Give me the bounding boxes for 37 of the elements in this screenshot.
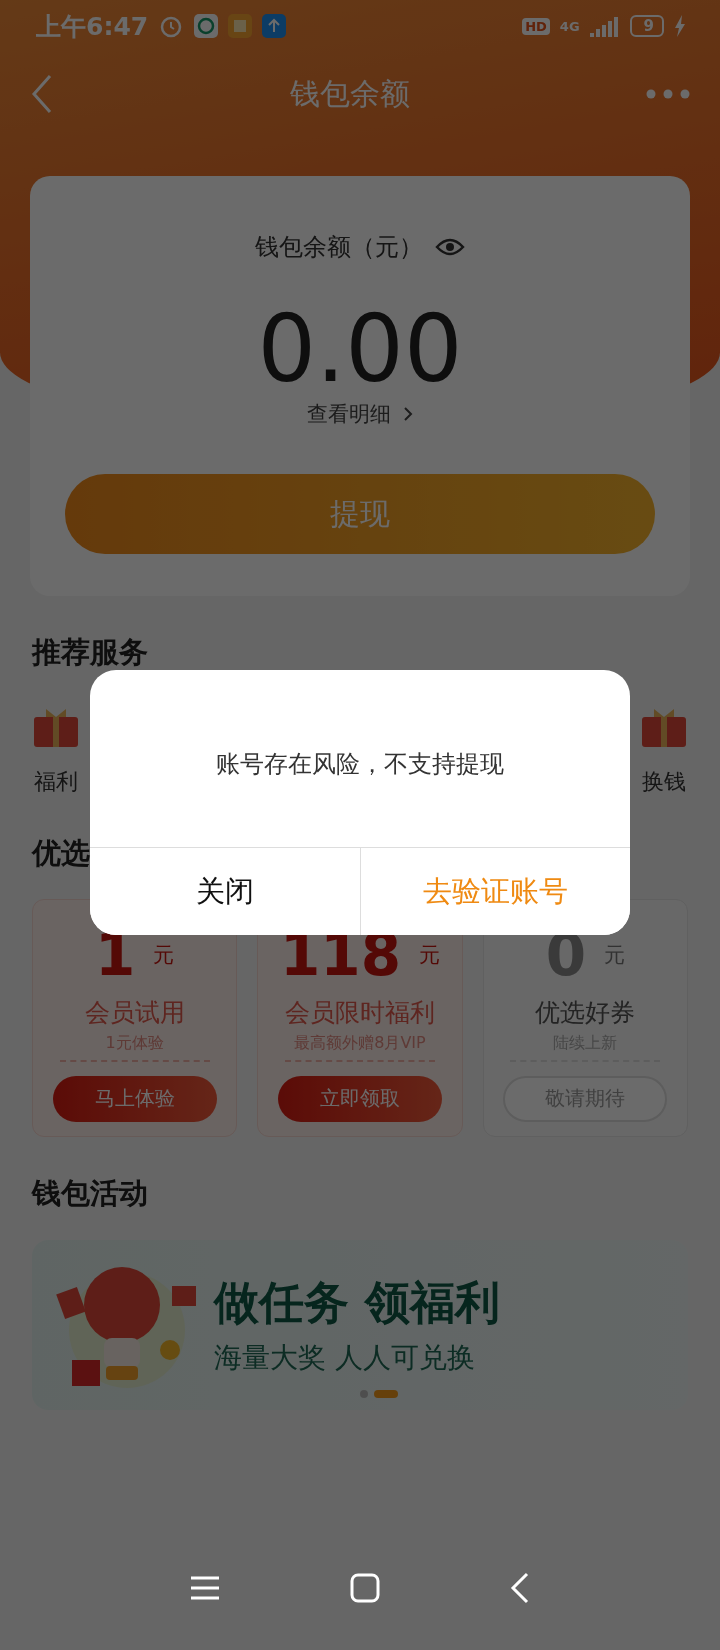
gift-icon: [32, 707, 80, 750]
battery-indicator: 9: [629, 15, 664, 37]
back-icon[interactable]: [510, 1571, 530, 1604]
coupon-title: 会员限时福利: [285, 996, 435, 1029]
dialog-message: 账号存在风险，不支持提现: [215, 748, 505, 780]
eye-icon[interactable]: [435, 237, 465, 257]
coupon-button[interactable]: 立即领取: [278, 1075, 442, 1122]
section-title: 钱包活动: [32, 1176, 148, 1211]
dialog-button[interactable]: 去验证账号: [359, 848, 630, 935]
charging-icon: [674, 15, 686, 37]
section-title: 推荐服务: [32, 636, 148, 670]
more-icon[interactable]: [646, 89, 690, 99]
service-label[interactable]: 福利: [34, 767, 78, 798]
coupon-title: 优选好券: [535, 996, 636, 1029]
app-icon: [194, 14, 219, 38]
chevron-icon: [403, 406, 413, 423]
section-title: 优选: [32, 837, 90, 871]
signal-icon: [589, 15, 620, 37]
balance-label: 钱包余额（元）: [255, 232, 423, 263]
detail-link[interactable]: 查看明细: [307, 400, 391, 429]
carousel-dot[interactable]: [360, 1390, 368, 1399]
upload-icon: [262, 14, 287, 38]
coupon-title: 会员试用: [84, 996, 185, 1029]
network-label: 4G: [559, 18, 580, 34]
home-icon[interactable]: [350, 1572, 380, 1603]
banner-headline: 做任务 领福利: [214, 1275, 500, 1332]
withdraw-button[interactable]: 提现: [65, 474, 655, 555]
status-time: 上午6:47: [36, 10, 149, 43]
page-title: 钱包余额: [290, 74, 410, 113]
menu-icon[interactable]: [190, 1574, 220, 1601]
gift-icon: [640, 707, 688, 750]
service-label[interactable]: 换钱: [642, 767, 686, 798]
coupon-unit: 元: [153, 941, 175, 969]
balance-amount: 0.00: [257, 299, 463, 401]
coupon-unit: 元: [419, 941, 441, 969]
coupon-button[interactable]: 马上体验: [52, 1075, 217, 1122]
banner-subline: 海量大奖 人人可兑换: [214, 1340, 476, 1377]
